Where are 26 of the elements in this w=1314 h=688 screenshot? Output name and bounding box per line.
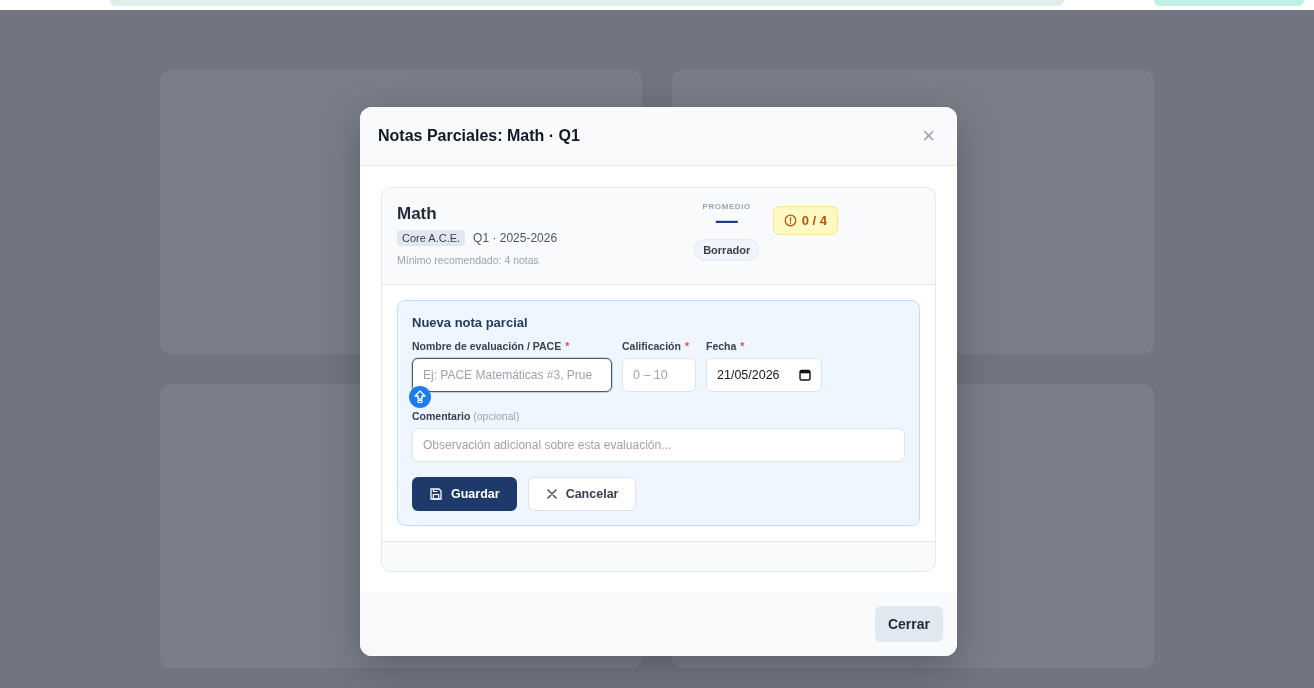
required-mark: * [740, 340, 745, 353]
count-text: 0 / 4 [801, 213, 827, 229]
field-label: Nombre de evaluación / PACE [412, 340, 562, 353]
input-field[interactable]: Ej: PACE Matemáticas #3, Prue [412, 358, 612, 393]
average-label: PROMEDIO [702, 202, 751, 212]
form-title: Nueva nota parcial [412, 315, 529, 331]
cancel-button[interactable]: Cancelar [527, 477, 637, 512]
period-text: Q1 · 2025-2026 [473, 231, 558, 246]
comment-field[interactable]: Observación adicional sobre esta evaluación... [412, 428, 905, 463]
required-mark: * [684, 340, 690, 353]
comment-label: Comentario (opcional) [412, 410, 521, 423]
alert-icon [783, 214, 797, 228]
close-icon [545, 488, 558, 501]
field-label: Calificación [622, 340, 681, 353]
status-badge: Borrador [694, 239, 760, 262]
minimum-note: Mínimo recomendado: 4 notas [397, 254, 540, 267]
required-mark: * [565, 340, 570, 353]
save-button[interactable]: Guardar [412, 477, 517, 512]
subject-name: Math [397, 204, 438, 225]
average-value: — [715, 211, 738, 232]
field-label: Fecha [706, 340, 737, 353]
calendar-icon [799, 369, 811, 382]
date-field[interactable]: 21/05/2026 [706, 358, 822, 393]
modal-title: Notas Parciales: Math · Q1 [378, 127, 580, 146]
course-tag: Core A.C.E. [397, 230, 466, 247]
close-dialog-button[interactable]: Cerrar [874, 606, 943, 643]
